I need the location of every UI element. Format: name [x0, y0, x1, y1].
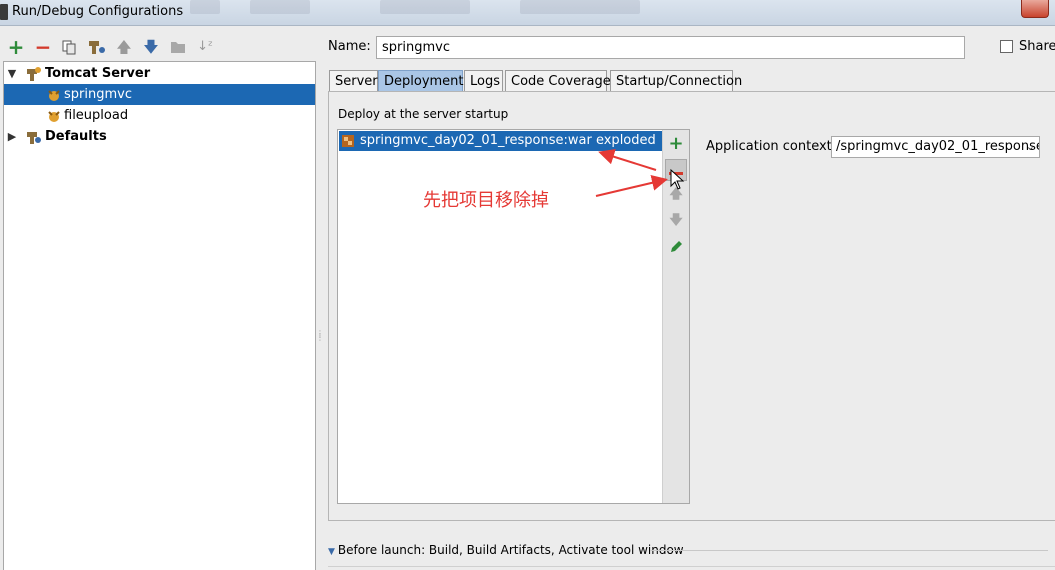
config-toolbar: + − 🡅 🡇 ↓ᶻ	[0, 36, 316, 60]
edit-icon[interactable]	[665, 236, 687, 258]
share-checkbox[interactable]	[1000, 40, 1013, 53]
defaults-icon	[26, 129, 42, 145]
window-close-button[interactable]	[1021, 0, 1049, 18]
annotation-text: 先把项目移除掉	[423, 190, 549, 211]
window-titlebar: Run/Debug Configurations	[0, 0, 1055, 26]
bottom-edge	[328, 566, 1055, 570]
application-context-value: /springmvc_day02_01_response	[836, 139, 1040, 154]
app-icon	[0, 4, 8, 20]
copy-icon[interactable]	[60, 36, 78, 58]
tree-item-label: springmvc	[64, 87, 132, 102]
titlebar-background-ghost	[190, 0, 220, 14]
before-launch-label: Before launch: Build, Build Artifacts, A…	[337, 543, 684, 557]
configuration-tree: ▼ Tomcat Server springmvc fileupload ▶ D…	[3, 61, 316, 570]
tree-item-label: Tomcat Server	[45, 66, 151, 81]
tab-server[interactable]: Server	[329, 70, 378, 92]
edit-defaults-icon[interactable]	[88, 36, 106, 58]
sort-icon[interactable]: ↓ᶻ	[196, 36, 214, 58]
move-up-icon[interactable]: 🡅	[115, 36, 133, 58]
splitter-handle[interactable]: ⋮ ⋮	[316, 330, 324, 346]
move-up-icon[interactable]: 🡅	[665, 184, 687, 206]
tab-deployment[interactable]: Deployment	[378, 70, 464, 92]
titlebar-background-ghost	[250, 0, 310, 14]
tree-item-springmvc[interactable]: springmvc	[4, 84, 315, 105]
section-divider	[650, 550, 1048, 551]
application-context-select[interactable]: /springmvc_day02_01_response ⌄	[831, 136, 1040, 158]
tree-item-label: Defaults	[45, 129, 107, 144]
add-icon[interactable]: +	[7, 36, 25, 58]
before-launch-section[interactable]: ▼ Before launch: Build, Build Artifacts, …	[328, 543, 684, 557]
window-title: Run/Debug Configurations	[12, 4, 184, 19]
add-icon[interactable]: +	[665, 133, 687, 155]
tree-item-defaults[interactable]: ▶ Defaults	[4, 126, 315, 147]
name-label: Name:	[328, 39, 371, 54]
titlebar-background-ghost	[520, 0, 640, 14]
tree-item-tomcat-server[interactable]: ▼ Tomcat Server	[4, 63, 315, 84]
collapse-triangle-icon[interactable]: ▼	[328, 547, 335, 557]
collapsed-arrow-icon[interactable]: ▶	[6, 126, 18, 147]
artifact-icon	[341, 134, 355, 148]
tomcat-config-icon	[46, 87, 62, 103]
remove-icon[interactable]: −	[34, 36, 52, 58]
folder-icon[interactable]	[169, 36, 187, 58]
deploy-section-label: Deploy at the server startup	[338, 107, 509, 121]
tab-code-coverage[interactable]: Code Coverage	[505, 70, 611, 92]
chevron-down-icon: ⌄	[1025, 140, 1035, 153]
name-input[interactable]: springmvc	[376, 36, 965, 59]
tree-item-fileupload[interactable]: fileupload	[4, 105, 315, 126]
application-context-label: Application context:	[706, 139, 837, 154]
expand-arrow-icon[interactable]: ▼	[6, 63, 18, 84]
move-down-icon[interactable]: 🡇	[142, 36, 160, 58]
tomcat-icon	[26, 66, 42, 82]
artifact-label: springmvc_day02_01_response:war exploded	[360, 133, 656, 148]
tomcat-config-icon	[46, 108, 62, 124]
tree-item-label: fileupload	[64, 108, 129, 123]
artifact-side-toolbar: + 🡅 🡇	[662, 130, 689, 503]
titlebar-background-ghost	[380, 0, 470, 14]
tab-startup-connection[interactable]: Startup/Connection	[610, 70, 742, 92]
move-down-icon[interactable]: 🡇	[665, 210, 687, 232]
tab-logs[interactable]: Logs	[464, 70, 503, 92]
remove-icon[interactable]	[665, 159, 687, 181]
share-label: Share	[1019, 39, 1055, 54]
artifact-list-item[interactable]: springmvc_day02_01_response:war exploded	[339, 131, 663, 151]
